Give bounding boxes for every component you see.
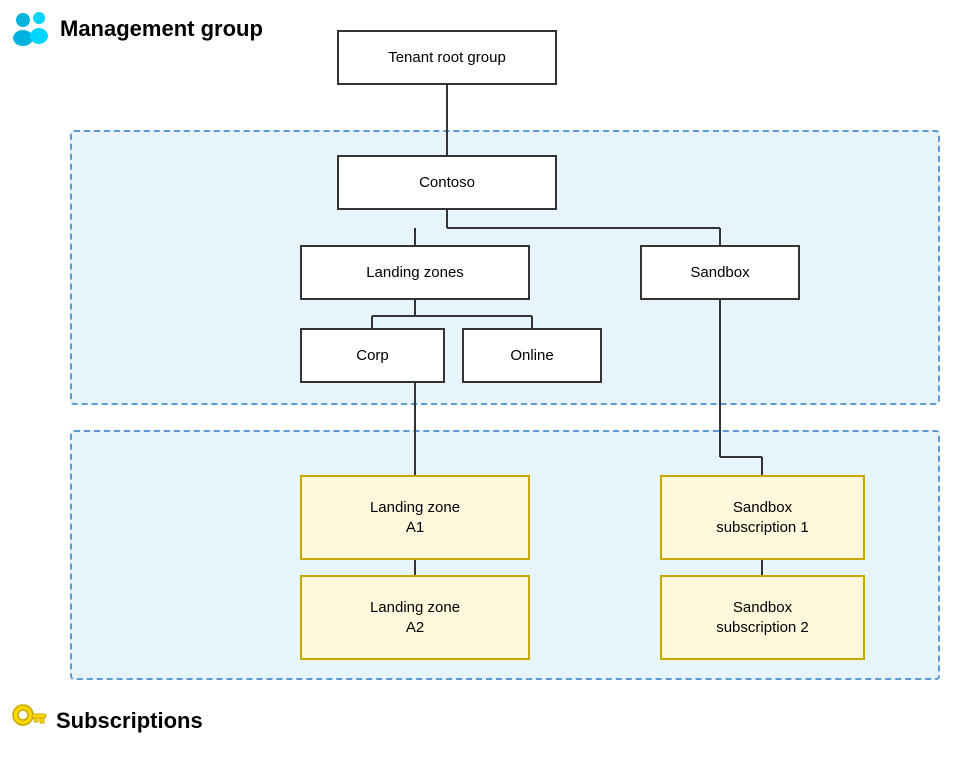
landing-zone-a2-node: Landing zone A2 [300,575,530,660]
key-icon [10,702,48,740]
sandbox-sub-2-node: Sandbox subscription 2 [660,575,865,660]
tenant-root-node: Tenant root group [337,30,557,85]
people-icon [10,10,52,48]
mgmt-group-header: Management group [10,10,263,48]
mgmt-group-label: Management group [60,16,263,42]
contoso-node: Contoso [337,155,557,210]
sandbox-node: Sandbox [640,245,800,300]
subs-label: Subscriptions [56,708,203,734]
sandbox-sub-1-node: Sandbox subscription 1 [660,475,865,560]
diagram-container: Management group Subscriptions Tenant ro… [0,0,974,758]
landing-zones-node: Landing zones [300,245,530,300]
online-node: Online [462,328,602,383]
landing-zone-a1-node: Landing zone A1 [300,475,530,560]
subs-header: Subscriptions [10,702,203,740]
corp-node: Corp [300,328,445,383]
